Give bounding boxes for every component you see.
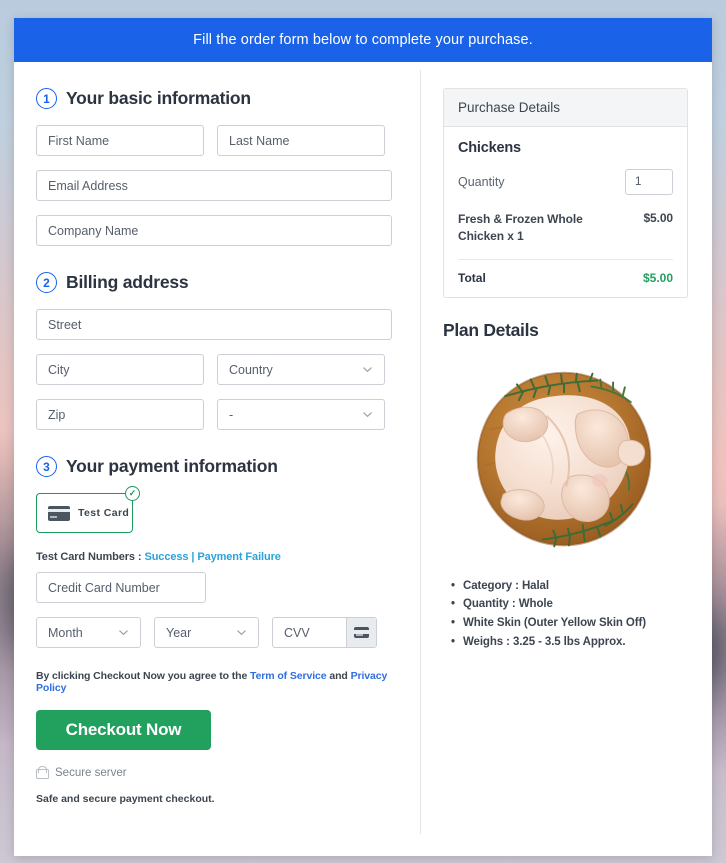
expiry-year-value: Year (166, 625, 192, 640)
plan-details-list: Category : Halal Quantity : Whole White … (443, 577, 688, 652)
line-item-amount: $5.00 (643, 211, 673, 225)
terms-notice: By clicking Checkout Now you agree to th… (36, 670, 398, 694)
test-card-success-link[interactable]: Success (144, 551, 188, 563)
list-item: Category : Halal (451, 577, 688, 596)
instruction-banner: Fill the order form below to complete yo… (14, 18, 712, 62)
secure-server-note: Secure server (36, 766, 398, 779)
step-2-title: Billing address (66, 272, 189, 292)
list-item: White Skin (Outer Yellow Skin Off) (451, 614, 688, 633)
cvv-help-button[interactable] (346, 618, 376, 647)
quantity-row: Quantity 1 (458, 169, 673, 195)
payment-method-test-card[interactable]: Test Card ✓ (36, 486, 140, 533)
checkout-card: Fill the order form below to complete yo… (14, 18, 712, 856)
test-card-separator: | (191, 551, 195, 563)
whole-chicken-on-board-illustration (476, 371, 651, 548)
cvv-field-group[interactable]: CVV (272, 617, 377, 648)
order-form-column: 1 Your basic information First Name Last… (14, 62, 420, 856)
step-basic-information-header: 1 Your basic information (36, 88, 398, 109)
city-input[interactable]: City (36, 354, 204, 385)
secure-server-label: Secure server (55, 766, 127, 779)
plan-details-title: Plan Details (443, 319, 539, 340)
credit-card-icon (354, 627, 369, 638)
chevron-down-icon (236, 627, 247, 638)
lock-icon (36, 766, 49, 779)
credit-card-icon (48, 505, 70, 521)
company-row: Company Name (36, 215, 398, 246)
step-3-badge: 3 (36, 456, 57, 477)
expiry-cvv-row: Month Year CVV (36, 617, 398, 648)
credit-card-number-row: Credit Card Number (36, 572, 398, 603)
summary-column: Purchase Details Chickens Quantity 1 Fre… (421, 62, 712, 856)
expiry-month-value: Month (48, 625, 83, 640)
quantity-input[interactable]: 1 (625, 169, 673, 195)
first-name-input[interactable]: First Name (36, 125, 204, 156)
chevron-down-icon (118, 627, 129, 638)
country-select[interactable]: Country (217, 354, 385, 385)
product-name: Chickens (458, 140, 521, 156)
step-2-badge: 2 (36, 272, 57, 293)
last-name-input[interactable]: Last Name (217, 125, 385, 156)
total-label: Total (458, 270, 486, 285)
test-card-failure-link[interactable]: Payment Failure (197, 551, 281, 563)
terms-prefix: By clicking Checkout Now you agree to th… (36, 670, 248, 682)
total-row: Total $5.00 (458, 260, 673, 285)
step-3-title: Your payment information (66, 456, 278, 476)
test-card-numbers-label: Test Card Numbers : (36, 551, 142, 563)
product-image (443, 355, 688, 565)
purchase-details-box: Purchase Details Chickens Quantity 1 Fre… (443, 88, 688, 298)
city-country-row: City Country (36, 354, 398, 385)
step-1-badge: 1 (36, 88, 57, 109)
zip-input[interactable]: Zip (36, 399, 204, 430)
step-billing-address-header: 2 Billing address (36, 272, 398, 293)
test-card-numbers-row: Test Card Numbers : Success | Payment Fa… (36, 551, 398, 563)
company-name-input[interactable]: Company Name (36, 215, 392, 246)
chevron-down-icon (362, 364, 373, 375)
terms-of-service-link[interactable]: Term of Service (250, 670, 327, 682)
email-row: Email Address (36, 170, 398, 201)
country-select-value: Country (229, 362, 273, 377)
total-amount: $5.00 (642, 270, 673, 285)
checkout-columns: 1 Your basic information First Name Last… (14, 62, 712, 856)
credit-card-number-input[interactable]: Credit Card Number (36, 572, 206, 603)
name-row: First Name Last Name (36, 125, 398, 156)
purchase-details-header: Purchase Details (444, 89, 687, 127)
quantity-label: Quantity (458, 175, 505, 189)
state-select[interactable]: - (217, 399, 385, 430)
purchase-details-body: Chickens Quantity 1 Fresh & Frozen Whole… (444, 127, 687, 297)
line-item-row: Fresh & Frozen Whole Chicken x 1 $5.00 (458, 211, 673, 260)
state-select-value: - (229, 407, 234, 422)
list-item: Weighs : 3.25 - 3.5 lbs Approx. (451, 633, 688, 652)
list-item: Quantity : Whole (451, 595, 688, 614)
banner-message: Fill the order form below to complete yo… (193, 32, 533, 48)
step-1-title: Your basic information (66, 88, 251, 108)
check-circle-icon: ✓ (125, 486, 140, 501)
payment-method-label: Test Card (78, 507, 130, 519)
street-input[interactable]: Street (36, 309, 392, 340)
terms-conjunction: and (329, 670, 348, 682)
street-row: Street (36, 309, 398, 340)
line-item-description: Fresh & Frozen Whole Chicken x 1 (458, 212, 583, 244)
zip-state-row: Zip - (36, 399, 398, 430)
email-input[interactable]: Email Address (36, 170, 392, 201)
safe-checkout-note: Safe and secure payment checkout. (36, 793, 215, 805)
chevron-down-icon (362, 409, 373, 420)
step-payment-information-header: 3 Your payment information (36, 456, 398, 477)
cvv-input[interactable]: CVV (273, 618, 346, 647)
expiry-month-select[interactable]: Month (36, 617, 141, 648)
checkout-now-button[interactable]: Checkout Now (36, 710, 211, 750)
expiry-year-select[interactable]: Year (154, 617, 259, 648)
